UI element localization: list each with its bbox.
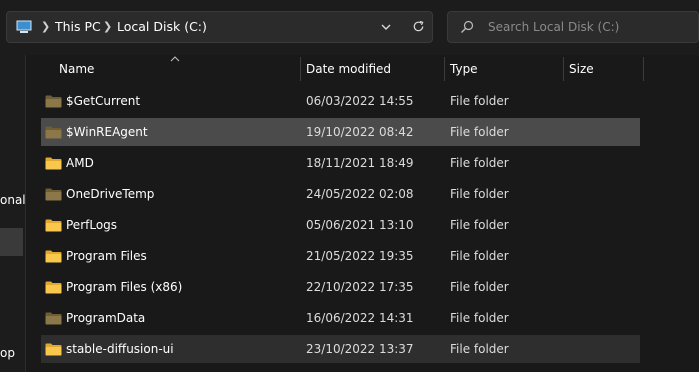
column-divider[interactable]	[563, 57, 564, 81]
folder-icon	[45, 343, 62, 356]
file-date-modified: 05/06/2021 13:10	[306, 218, 414, 232]
search-box[interactable]: Search Local Disk (C:)	[447, 11, 699, 43]
file-name: ProgramData	[66, 311, 146, 325]
breadcrumb-local-disk[interactable]: Local Disk (C:)	[117, 12, 207, 42]
refresh-icon[interactable]	[411, 19, 426, 34]
file-row[interactable]: $GetCurrent 06/03/2022 14:55 File folder	[41, 87, 640, 115]
search-icon	[461, 20, 474, 33]
file-type: File folder	[450, 156, 509, 170]
chevron-right-icon[interactable]: ❯	[41, 12, 50, 42]
file-date-modified: 18/11/2021 18:49	[306, 156, 414, 170]
sort-ascending-icon	[170, 56, 180, 62]
file-type: File folder	[450, 280, 509, 294]
file-type: File folder	[450, 342, 509, 356]
file-date-modified: 22/10/2022 17:35	[306, 280, 414, 294]
folder-icon	[45, 157, 62, 170]
top-bar: ❯ This PC ❯ Local Disk (C:) Search Local…	[0, 0, 699, 55]
column-header-name[interactable]: Name	[59, 56, 94, 82]
file-date-modified: 06/03/2022 14:55	[306, 94, 414, 108]
file-date-modified: 16/06/2022 14:31	[306, 311, 414, 325]
folder-icon	[45, 250, 62, 263]
this-pc-icon	[16, 20, 32, 33]
file-row[interactable]: Program Files 21/05/2022 19:35 File folder	[41, 242, 640, 270]
folder-icon	[45, 219, 62, 232]
file-type: File folder	[450, 187, 509, 201]
file-type: File folder	[450, 249, 509, 263]
file-type: File folder	[450, 311, 509, 325]
file-row[interactable]: stable-diffusion-ui 23/10/2022 13:37 File …	[41, 335, 640, 363]
file-type: File folder	[450, 125, 509, 139]
file-name: $WinREAgent	[66, 125, 148, 139]
navigation-pane	[0, 55, 26, 372]
file-name: Program Files	[66, 249, 147, 263]
file-name: stable-diffusion-ui	[66, 342, 174, 356]
search-placeholder: Search Local Disk (C:)	[488, 20, 620, 34]
folder-icon	[45, 312, 62, 325]
folder-icon	[45, 188, 62, 201]
chevron-right-icon[interactable]: ❯	[103, 12, 112, 42]
breadcrumb-this-pc[interactable]: This PC	[55, 12, 101, 42]
file-date-modified: 21/05/2022 19:35	[306, 249, 414, 263]
nav-selected-item[interactable]	[0, 228, 23, 256]
file-row[interactable]: Program Files (x86) 22/10/2022 17:35 File …	[41, 273, 640, 301]
file-date-modified: 23/10/2022 13:37	[306, 342, 414, 356]
chevron-down-icon[interactable]	[380, 21, 392, 33]
column-header-type[interactable]: Type	[450, 56, 478, 82]
file-row[interactable]: OneDriveTemp 24/05/2022 02:08 File folder	[41, 180, 640, 208]
file-name: Program Files (x86)	[66, 280, 183, 294]
column-header-size[interactable]: Size	[569, 56, 594, 82]
file-date-modified: 24/05/2022 02:08	[306, 187, 414, 201]
file-name: $GetCurrent	[66, 94, 141, 108]
folder-icon	[45, 95, 62, 108]
file-row[interactable]: AMD 18/11/2021 18:49 File folder	[41, 149, 640, 177]
file-name: AMD	[66, 156, 94, 170]
file-row[interactable]: $WinREAgent 19/10/2022 08:42 File folder	[41, 118, 640, 146]
file-type: File folder	[450, 94, 509, 108]
file-row[interactable]: ProgramData 16/06/2022 14:31 File folder	[41, 304, 640, 332]
file-row[interactable]: PerfLogs 05/06/2021 13:10 File folder	[41, 211, 640, 239]
file-name: PerfLogs	[66, 218, 118, 232]
column-header-date[interactable]: Date modified	[306, 56, 391, 82]
folder-icon	[45, 281, 62, 294]
file-name: OneDriveTemp	[66, 187, 155, 201]
nav-item-partial[interactable]: op	[0, 346, 15, 360]
column-divider[interactable]	[444, 57, 445, 81]
nav-item-partial[interactable]: onal	[0, 193, 26, 207]
file-date-modified: 19/10/2022 08:42	[306, 125, 414, 139]
folder-icon	[45, 126, 62, 139]
column-divider[interactable]	[643, 57, 644, 81]
column-divider[interactable]	[300, 57, 301, 81]
address-bar[interactable]: ❯ This PC ❯ Local Disk (C:)	[6, 11, 433, 43]
file-type: File folder	[450, 218, 509, 232]
